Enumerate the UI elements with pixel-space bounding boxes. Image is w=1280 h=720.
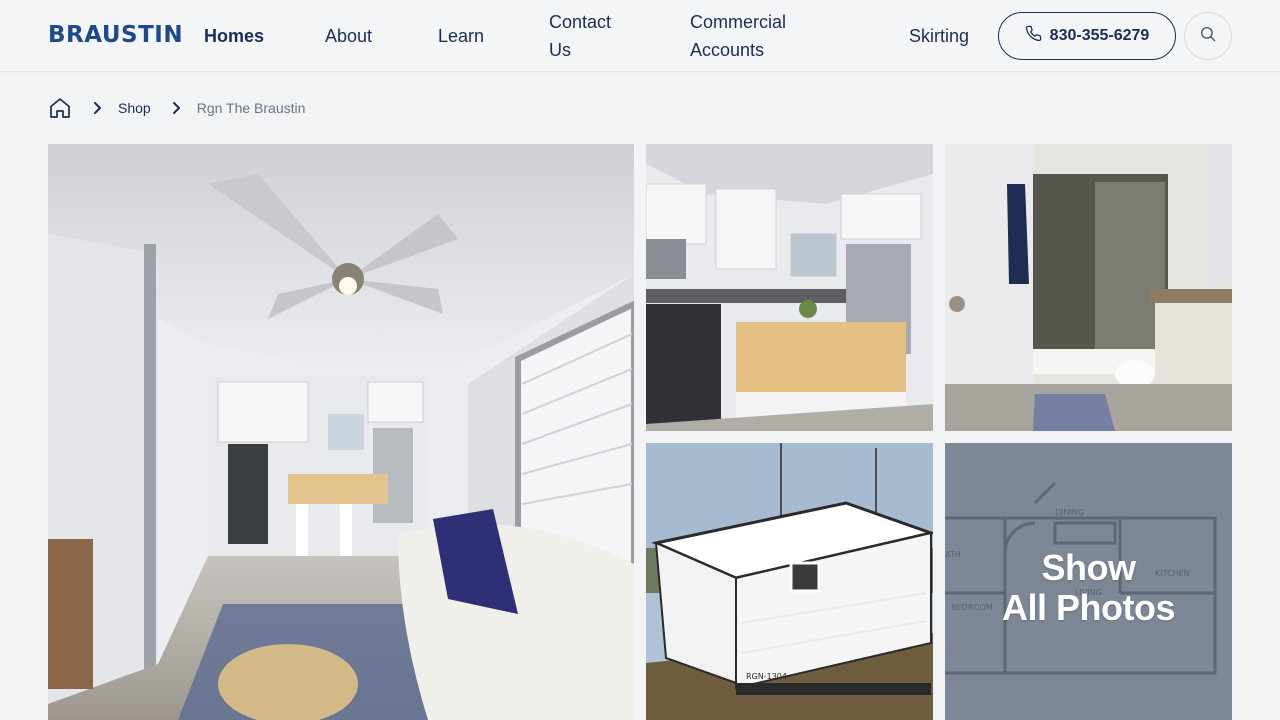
nav-contact-line2: Us [549,40,571,60]
nav-about[interactable]: About [325,22,372,50]
braustin-logo[interactable]: BRAUSTIN [48,22,183,48]
nav-skirting[interactable]: Skirting [909,22,969,50]
nav-contact-us[interactable]: Contact Us [549,8,611,64]
gallery-photo-exterior[interactable]: RGN-1304 [646,443,933,720]
chevron-right-icon [169,101,183,115]
gallery-photo-kitchen[interactable] [646,144,933,431]
nav-contact-line1: Contact [549,12,612,32]
search-button[interactable] [1184,12,1232,60]
show-all-line2: All Photos [1002,587,1176,628]
search-icon [1199,25,1217,48]
nav-homes[interactable]: Homes [204,22,264,50]
breadcrumb-shop[interactable]: Shop [118,100,151,116]
site-header: BRAUSTIN Homes About Learn Contact Us Co… [0,0,1280,72]
chevron-right-icon [90,101,104,115]
exterior-serial-tag: RGN-1304 [746,672,787,681]
show-all-line1: Show [1041,547,1137,588]
phone-button[interactable]: 830-355-6279 [998,12,1176,60]
breadcrumb: Shop Rgn The Braustin [48,96,305,120]
nav-commercial-line1: Commercial [690,12,787,32]
gallery-photo-living-room[interactable] [48,144,634,720]
gallery-photo-bathroom[interactable] [945,144,1232,431]
floorplan-label-dining: DINING [1055,508,1084,517]
nav-commercial-line2: Accounts [690,40,765,60]
phone-icon [1025,25,1042,47]
home-icon[interactable] [48,96,72,120]
show-all-photos-tile[interactable]: DINING KITCHEN BEDROOM ATH LIVING Show A… [945,443,1232,720]
breadcrumb-current: Rgn The Braustin [196,100,306,116]
nav-learn[interactable]: Learn [438,22,484,50]
show-all-photos-label: Show All Photos [945,548,1232,628]
nav-commercial-accounts[interactable]: Commercial Accounts [690,8,786,64]
phone-number: 830-355-6279 [1049,27,1150,44]
